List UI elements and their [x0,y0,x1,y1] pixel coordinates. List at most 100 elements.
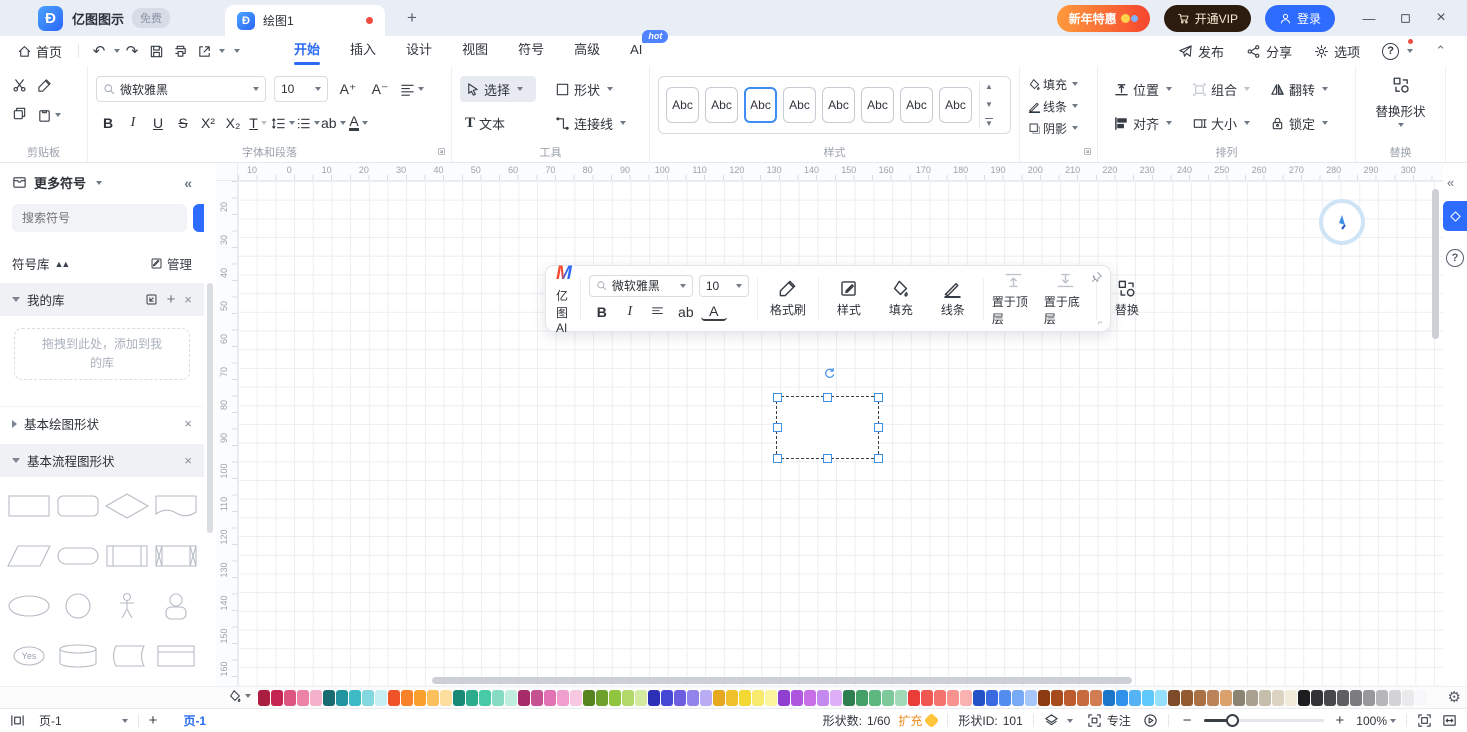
manage-button[interactable]: 管理 [150,254,192,273]
color-swatch[interactable] [999,690,1011,706]
save-button[interactable] [144,39,168,63]
size-button[interactable]: 大小 [1192,110,1250,136]
float-style-button[interactable]: 样式 [827,279,871,318]
subscript-button[interactable]: X₂ [221,110,245,136]
selection-handle[interactable] [773,454,782,463]
collapse-ribbon-button[interactable]: ⌃ [1426,38,1455,64]
symbol-search-button[interactable]: 搜索 [193,204,204,232]
color-swatch[interactable] [635,690,647,706]
send-to-back-button[interactable]: 置于底层 [1044,271,1088,327]
layers-button[interactable] [1044,713,1073,728]
format-painter-button[interactable] [37,78,52,96]
color-swatch[interactable] [1194,690,1206,706]
shape-yes-ellipse[interactable]: Yes [6,641,52,671]
color-swatch[interactable] [1415,690,1427,706]
color-swatch[interactable] [1129,690,1141,706]
color-swatch[interactable] [557,690,569,706]
minimize-button[interactable]: — [1355,5,1383,31]
color-swatch[interactable] [869,690,881,706]
print-button[interactable] [168,39,192,63]
align-button[interactable] [400,76,424,102]
selected-shape[interactable] [777,397,878,458]
symbol-search-input[interactable] [12,204,187,232]
underline-button[interactable]: U [146,110,170,136]
zoom-in-button[interactable]: + [1332,712,1349,729]
color-swatch[interactable] [1298,690,1310,706]
rotate-handle[interactable] [823,367,836,383]
color-swatch[interactable] [388,690,400,706]
zoom-out-button[interactable]: − [1179,712,1196,729]
palette-settings-gear-icon[interactable]: ⚙ [1448,688,1461,706]
cut-button[interactable] [12,78,27,96]
color-swatch[interactable] [297,690,309,706]
horizontal-scrollbar[interactable] [432,677,1132,684]
home-label[interactable]: 首页 [36,42,62,61]
shape-diamond[interactable] [104,491,150,521]
color-swatch[interactable] [453,690,465,706]
color-swatch[interactable] [791,690,803,706]
color-swatch[interactable] [583,690,595,706]
tab-设计[interactable]: 设计 [406,36,432,66]
float-line-button[interactable]: 线条 [931,279,975,318]
shape-terminator[interactable] [55,541,101,571]
color-swatch[interactable] [947,690,959,706]
pin-icon[interactable] [1091,271,1103,286]
share-button[interactable]: 分享 [1237,38,1301,64]
gem-icon[interactable] [924,713,940,729]
maximize-button[interactable] [1391,5,1419,31]
selection-handle[interactable] [874,423,883,432]
color-swatch[interactable] [1363,690,1375,706]
library-dropzone[interactable]: 拖拽到此处，添加到我的库 [14,328,190,380]
color-swatch[interactable] [648,690,660,706]
color-swatch[interactable] [1155,690,1167,706]
selection-handle[interactable] [823,393,832,402]
color-swatch[interactable] [492,690,504,706]
color-swatch[interactable] [1272,690,1284,706]
line-button[interactable]: 线条 [1028,96,1089,116]
fit-screen-button[interactable] [1417,713,1432,728]
color-swatch[interactable] [375,690,387,706]
color-swatch[interactable] [1376,690,1388,706]
color-swatch[interactable] [570,690,582,706]
color-swatch[interactable] [1389,690,1401,706]
gallery-down-button[interactable]: ▼ [985,100,993,109]
fit-width-button[interactable] [1442,713,1457,728]
edraw-ai-button[interactable]: M 亿图AI [556,263,572,335]
tab-开始[interactable]: 开始 [294,36,320,66]
group-button[interactable]: 组合 [1192,76,1250,102]
close-section-button[interactable]: × [184,416,192,431]
color-swatch[interactable] [1311,690,1323,706]
color-swatch[interactable] [1142,690,1154,706]
color-swatch[interactable] [440,690,452,706]
style-option-2[interactable]: Abc [705,87,738,123]
shape-stored-data[interactable] [104,641,150,671]
color-swatch[interactable] [687,690,699,706]
color-swatch[interactable] [1168,690,1180,706]
color-swatch[interactable] [713,690,725,706]
close-library-button[interactable]: × [184,292,192,307]
font-family-select[interactable]: 微软雅黑 [96,76,266,102]
zoom-slider-thumb[interactable] [1226,714,1239,727]
color-swatch[interactable] [1090,690,1102,706]
style-option-8[interactable]: Abc [939,87,972,123]
fill-button[interactable]: 填充 [1028,74,1089,94]
color-swatch[interactable] [1350,690,1362,706]
login-button[interactable]: 登录 [1265,5,1335,32]
color-swatch[interactable] [1246,690,1258,706]
color-swatch[interactable] [414,690,426,706]
float-format-painter[interactable]: 格式刷 [766,279,810,318]
color-swatch[interactable] [674,690,686,706]
expand-quota-link[interactable]: 扩充 [898,712,922,729]
color-swatch[interactable] [934,690,946,706]
float-char-spacing-button[interactable]: ab [673,301,699,323]
selection-handle[interactable] [773,423,782,432]
float-italic-button[interactable]: I [617,301,643,323]
color-swatch[interactable] [726,690,738,706]
color-swatch[interactable] [1025,690,1037,706]
color-swatch[interactable] [1207,690,1219,706]
tab-高级[interactable]: 高级 [574,36,600,66]
color-swatch[interactable] [1116,690,1128,706]
tab-AI[interactable]: AIhot [630,36,642,66]
color-swatch[interactable] [401,690,413,706]
tab-符号[interactable]: 符号 [518,36,544,66]
